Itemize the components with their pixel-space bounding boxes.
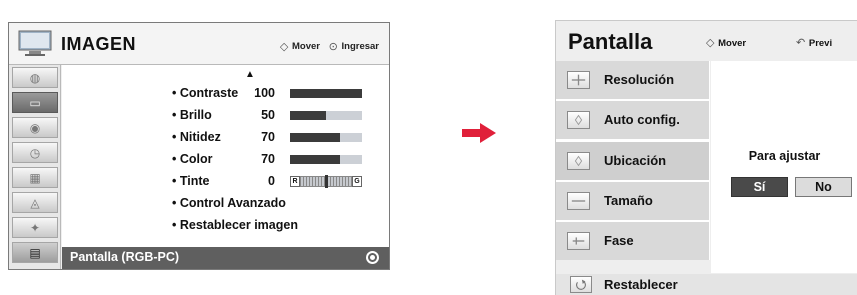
resolution-label: Resolución xyxy=(604,72,675,87)
dpad-icon: ◇ xyxy=(706,37,715,49)
calendar-icon[interactable]: ▦ xyxy=(12,167,58,188)
adjust-panel: Para ajustar Sí No xyxy=(711,61,857,273)
advanced-control-row[interactable]: • Control Avanzado xyxy=(172,193,387,215)
menu-title: IMAGEN xyxy=(61,34,136,54)
sharpness-slider[interactable] xyxy=(290,133,362,142)
contrast-row[interactable]: • Contraste 100 xyxy=(172,83,387,105)
size-item[interactable]: Tamaño xyxy=(556,182,710,220)
adjust-prompt: Para ajustar xyxy=(748,149,821,163)
navigation-hint: ◇ Mover ⊙ Ingresar xyxy=(280,40,379,53)
plus-icon xyxy=(567,71,590,89)
move-hint-label: Mover xyxy=(718,38,747,49)
tv-icon[interactable]: ▭ xyxy=(12,92,58,113)
screen-rgb-pc-label: Pantalla (RGB-PC) xyxy=(70,250,180,264)
reset-label: Restablecer xyxy=(604,277,678,292)
monitor-icon xyxy=(18,30,52,56)
phase-label: Fase xyxy=(604,233,634,248)
previous-hint: ↶ Previ xyxy=(796,36,832,49)
color-row[interactable]: • Color 70 xyxy=(172,149,387,171)
auto-config-item[interactable]: Auto config. xyxy=(556,101,710,139)
tint-marker xyxy=(325,175,328,188)
tint-label: • Tinte xyxy=(172,174,210,188)
scroll-up-icon[interactable]: ▲ xyxy=(245,69,255,80)
lock-icon[interactable]: ◬ xyxy=(12,192,58,213)
tint-green-label: G xyxy=(352,176,362,187)
tint-row[interactable]: • Tinte 0 R G xyxy=(172,171,387,193)
position-label: Ubicación xyxy=(604,153,667,168)
previous-hint-label: Previ xyxy=(808,38,833,49)
no-button[interactable]: No xyxy=(795,177,852,197)
picture-menu: IMAGEN ◇ Mover ⊙ Ingresar ◍ ▭ ◉ ◷ ▦ ◬ ✦ … xyxy=(8,22,390,270)
color-value: 70 xyxy=(261,152,275,166)
brightness-row[interactable]: • Brillo 50 xyxy=(172,105,387,127)
contrast-slider[interactable] xyxy=(290,89,362,98)
sharpness-row[interactable]: • Nitidez 70 xyxy=(172,127,387,149)
position-icon xyxy=(567,152,590,170)
tint-value: 0 xyxy=(268,174,275,188)
ok-button-icon: ⊙ xyxy=(328,41,338,53)
phase-item[interactable]: Fase xyxy=(556,222,710,260)
brightness-value: 50 xyxy=(261,108,275,122)
size-icon xyxy=(567,192,590,210)
brightness-slider[interactable] xyxy=(290,111,362,120)
reset-item[interactable]: Restablecer xyxy=(556,274,857,295)
dpad-icon: ◇ xyxy=(279,41,289,53)
selected-item-bar[interactable]: Pantalla (RGB-PC) xyxy=(62,247,389,269)
screen-menu-title: Pantalla xyxy=(568,29,653,54)
disc-icon[interactable]: ◍ xyxy=(12,67,58,88)
position-item[interactable]: Ubicación xyxy=(556,142,710,180)
clock-icon[interactable]: ◷ xyxy=(12,142,58,163)
film-icon[interactable]: ▤ xyxy=(12,242,58,263)
color-slider[interactable] xyxy=(290,155,362,164)
tint-red-label: R xyxy=(290,176,300,187)
reset-picture-label: • Restablecer imagen xyxy=(172,218,298,232)
screen-menu: Pantalla ◇ Mover ↶ Previ Resolución Auto… xyxy=(555,20,857,295)
reset-picture-row[interactable]: • Restablecer imagen xyxy=(172,215,387,237)
menu-header: IMAGEN ◇ Mover ⊙ Ingresar xyxy=(9,23,389,65)
tint-slider[interactable]: R G xyxy=(290,175,362,188)
ok-indicator-icon xyxy=(366,251,379,264)
contrast-label: • Contraste xyxy=(172,86,239,100)
category-sidebar: ◍ ▭ ◉ ◷ ▦ ◬ ✦ ▤ xyxy=(9,65,61,269)
move-hint: Mover xyxy=(292,41,320,52)
settings-list: ▲ • Contraste 100 • Brillo 50 • Nitidez … xyxy=(62,65,389,247)
advanced-control-label: • Control Avanzado xyxy=(172,196,286,210)
move-hint: ◇ Mover xyxy=(706,36,746,49)
right-arrow-icon xyxy=(462,123,496,143)
enter-hint: Ingresar xyxy=(341,41,380,52)
contrast-value: 100 xyxy=(254,86,275,100)
speaker-icon[interactable]: ◉ xyxy=(12,117,58,138)
sharpness-label: • Nitidez xyxy=(172,130,221,144)
back-icon: ↶ xyxy=(796,37,806,49)
size-label: Tamaño xyxy=(604,193,653,208)
reset-icon xyxy=(570,276,592,293)
brightness-label: • Brillo xyxy=(172,108,212,122)
phase-icon xyxy=(567,232,590,250)
resolution-item[interactable]: Resolución xyxy=(556,61,710,99)
auto-config-label: Auto config. xyxy=(604,112,680,127)
auto-config-icon xyxy=(567,111,590,129)
sharpness-value: 70 xyxy=(261,130,275,144)
yes-button[interactable]: Sí xyxy=(731,177,788,197)
color-label: • Color xyxy=(172,152,213,166)
usb-icon[interactable]: ✦ xyxy=(12,217,58,238)
